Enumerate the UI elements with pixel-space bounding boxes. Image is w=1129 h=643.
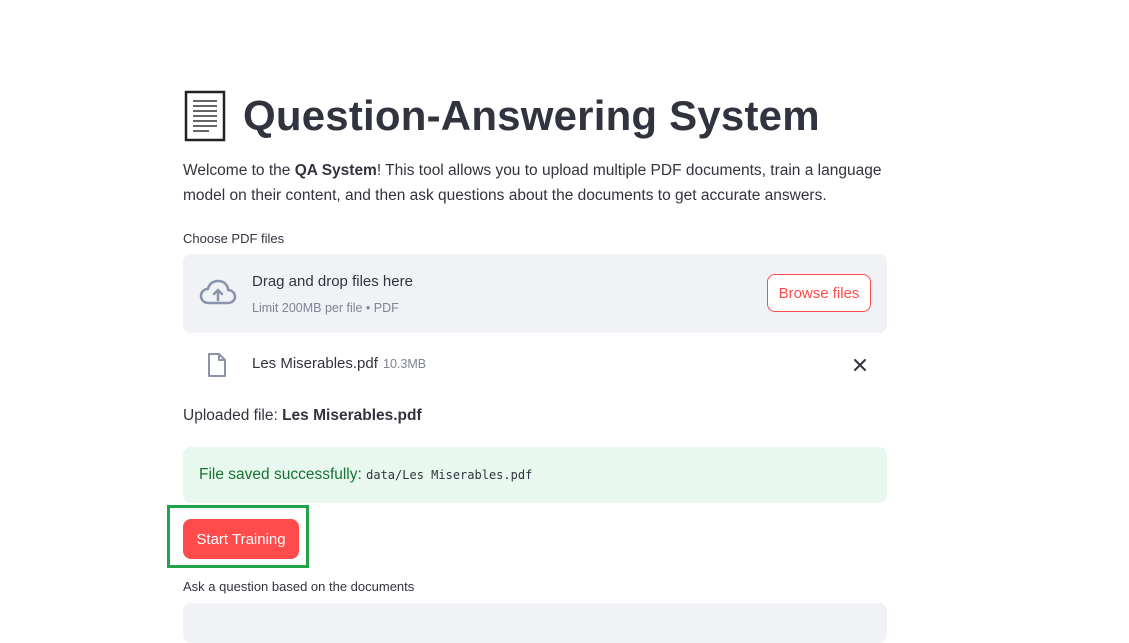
uploaded-file-status: Uploaded file: Les Miserables.pdf: [183, 407, 422, 425]
question-label: Ask a question based on the documents: [183, 579, 415, 594]
uploaded-file-name: Les Miserables.pdf: [252, 355, 378, 372]
intro-bold: QA System: [294, 162, 377, 179]
success-alert: File saved successfully: data/Les Misera…: [183, 447, 887, 503]
page-title: Question-Answering System: [243, 92, 820, 139]
intro-text: Welcome to the QA System! This tool allo…: [183, 158, 883, 208]
dropzone-subtitle: Limit 200MB per file • PDF: [252, 301, 399, 315]
uploaded-name: Les Miserables.pdf: [282, 407, 422, 424]
success-message: File saved successfully: data/Les Misera…: [199, 466, 532, 484]
cloud-upload-icon: [199, 278, 237, 308]
dropzone-title: Drag and drop files here: [252, 273, 413, 290]
success-path: data/Les Miserables.pdf: [366, 468, 533, 482]
intro-prefix: Welcome to the: [183, 162, 295, 179]
page-document-icon: [183, 90, 227, 142]
page-header: Question-Answering System: [183, 88, 820, 144]
browse-files-button[interactable]: Browse files: [767, 274, 871, 312]
uploader-label: Choose PDF files: [183, 231, 285, 246]
file-icon: [206, 352, 228, 378]
success-prefix: File saved successfully:: [199, 466, 367, 483]
start-training-button[interactable]: Start Training: [183, 519, 299, 559]
question-input[interactable]: [183, 603, 887, 643]
uploaded-file-size: 10.3MB: [383, 357, 427, 371]
close-icon[interactable]: [849, 354, 871, 376]
uploaded-prefix: Uploaded file:: [183, 407, 283, 424]
file-dropzone[interactable]: Drag and drop files here Limit 200MB per…: [183, 254, 887, 333]
uploaded-file-row: Les Miserables.pdf 10.3MB: [183, 345, 887, 383]
